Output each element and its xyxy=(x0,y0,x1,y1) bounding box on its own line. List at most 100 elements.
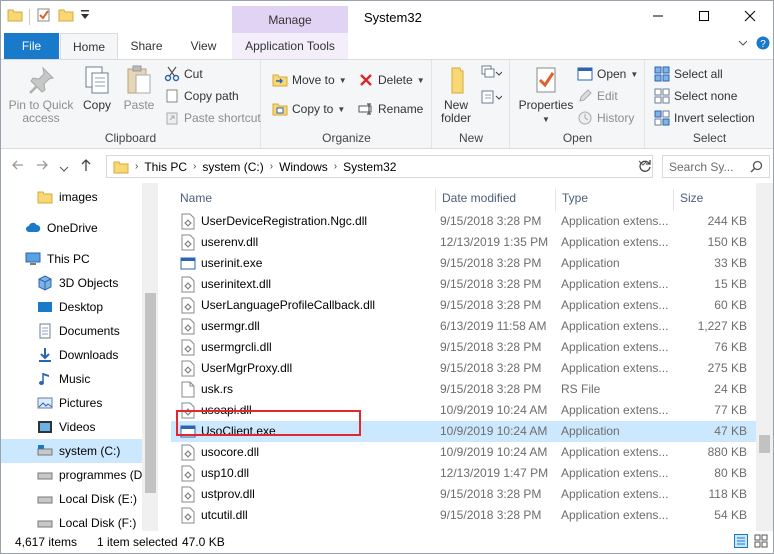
table-row[interactable]: utcutil.dll 9/15/2018 3:28 PM Application … xyxy=(171,505,758,526)
column-header-size[interactable]: Size xyxy=(674,189,754,211)
nav-scrollbar-thumb[interactable] xyxy=(145,293,156,493)
recent-chevron-icon[interactable] xyxy=(59,161,69,176)
file-list-scrollbar[interactable] xyxy=(756,183,773,531)
nav-item-videos[interactable]: Videos xyxy=(1,415,142,439)
nav-item-pictures[interactable]: Pictures xyxy=(1,391,142,415)
close-button[interactable] xyxy=(727,1,773,31)
table-row[interactable]: UserLanguageProfileCallback.dll 9/15/2018… xyxy=(171,295,758,316)
nav-item-onedrive[interactable]: OneDrive xyxy=(1,216,142,240)
nav-item-programmes-d[interactable]: programmes (D: xyxy=(1,463,142,487)
delete-button[interactable]: Delete ▼ xyxy=(358,70,425,90)
move-to-icon xyxy=(272,74,288,87)
copy-button[interactable]: Copy xyxy=(77,64,117,112)
nav-item-local-disk-e[interactable]: Local Disk (E:) xyxy=(1,487,142,511)
tab-file[interactable]: File xyxy=(4,33,59,59)
exe-icon xyxy=(180,255,196,272)
maximize-button[interactable] xyxy=(681,1,727,31)
breadcrumb-windows[interactable]: Windows xyxy=(279,160,328,174)
new-folder-quick-icon[interactable] xyxy=(58,7,74,26)
new-folder-button[interactable]: New folder xyxy=(437,64,475,125)
toolbar-divider xyxy=(29,8,30,25)
help-icon[interactable]: ? xyxy=(756,36,770,53)
chevron-down-icon[interactable] xyxy=(738,37,748,51)
table-row[interactable]: userenv.dll 12/13/2019 1:35 PM Application… xyxy=(171,232,758,253)
table-row[interactable]: usk.rs 9/15/2018 3:28 PM RS File 24 KB xyxy=(171,379,758,400)
invert-selection-button[interactable]: Invert selection xyxy=(654,108,755,128)
table-row[interactable]: usermgrcli.dll 9/15/2018 3:28 PM Applicati… xyxy=(171,337,758,358)
table-row[interactable]: usp10.dll 12/13/2019 1:47 PM Application e… xyxy=(171,463,758,484)
table-row[interactable]: ustprov.dll 9/15/2018 3:28 PM Application … xyxy=(171,484,758,505)
documents-icon xyxy=(39,323,51,339)
copy-path-button[interactable]: Copy path xyxy=(164,86,239,106)
nav-item-local-disk-f[interactable]: Local Disk (F:) xyxy=(1,511,142,531)
up-arrow-icon[interactable] xyxy=(79,158,93,175)
open-button[interactable]: Open ▼ xyxy=(577,64,638,84)
breadcrumb-system-c[interactable]: system (C:) xyxy=(202,160,263,174)
dll-icon xyxy=(180,297,196,314)
tab-home[interactable]: Home xyxy=(60,33,118,60)
nav-item-3d-objects[interactable]: 3D Objects xyxy=(1,271,142,295)
nav-item-images[interactable]: images xyxy=(1,185,142,209)
file-date: 10/9/2019 10:24 AM xyxy=(440,424,548,438)
file-type: Application extens... xyxy=(561,340,669,354)
paste-shortcut-button[interactable]: Paste shortcut xyxy=(164,108,261,128)
nav-item-this-pc[interactable]: This PC xyxy=(1,247,142,271)
manage-context-tab[interactable]: Manage xyxy=(232,6,348,34)
history-button[interactable]: History xyxy=(577,108,634,128)
back-arrow-icon[interactable] xyxy=(11,158,25,175)
edit-button[interactable]: Edit xyxy=(577,86,618,106)
rename-button[interactable]: Rename xyxy=(358,99,423,119)
new-item-icon[interactable] xyxy=(480,64,503,87)
file-size: 80 KB xyxy=(714,466,747,480)
customize-toolbar-icon[interactable] xyxy=(80,9,90,24)
large-icons-view-icon[interactable] xyxy=(754,534,768,551)
file-date: 9/15/2018 3:28 PM xyxy=(440,298,542,312)
maximize-icon xyxy=(699,11,709,21)
cut-button[interactable]: Cut xyxy=(164,64,203,84)
forward-arrow-icon[interactable] xyxy=(35,158,49,175)
select-all-button[interactable]: Select all xyxy=(654,64,723,84)
select-none-button[interactable]: Select none xyxy=(654,86,737,106)
paste-button[interactable]: Paste xyxy=(119,64,159,112)
table-row[interactable]: UserDeviceRegistration.Ngc.dll 9/15/2018 … xyxy=(171,211,758,232)
search-input[interactable]: Search Sy... xyxy=(662,155,770,178)
minimize-button[interactable] xyxy=(635,1,681,31)
file-list-scrollbar-thumb[interactable] xyxy=(759,435,770,453)
open-group: Properties ▼ Open ▼ Edit History Open xyxy=(511,60,645,148)
tab-application-tools[interactable]: Application Tools xyxy=(232,33,348,59)
nav-item-music[interactable]: Music xyxy=(1,367,142,391)
pin-to-quick-access-button[interactable]: Pin to Quick access xyxy=(7,64,75,125)
refresh-icon[interactable] xyxy=(638,159,652,176)
nav-item-system-c[interactable]: system (C:) xyxy=(1,439,142,463)
chevron-down-icon: ▼ xyxy=(338,75,347,85)
tab-view[interactable]: View xyxy=(176,33,231,59)
file-date: 12/13/2019 1:47 PM xyxy=(440,466,549,480)
column-header-name[interactable]: Name xyxy=(174,189,436,211)
column-header-type[interactable]: Type xyxy=(556,189,674,211)
address-bar[interactable]: › This PC › system (C:) › Windows › Syst… xyxy=(106,155,653,178)
table-row[interactable]: usocore.dll 10/9/2019 10:24 AM Application… xyxy=(171,442,758,463)
table-row[interactable]: usermgr.dll 6/13/2019 11:58 AM Application… xyxy=(171,316,758,337)
tab-share[interactable]: Share xyxy=(119,33,174,59)
file-name: usermgrcli.dll xyxy=(201,340,272,354)
nav-item-desktop[interactable]: Desktop xyxy=(1,295,142,319)
paste-shortcut-icon xyxy=(166,112,178,125)
table-row[interactable]: UserMgrProxy.dll 9/15/2018 3:28 PM Applica… xyxy=(171,358,758,379)
file-size: 54 KB xyxy=(714,508,747,522)
chevron-right-icon: › xyxy=(269,161,274,172)
file-list: Name Date modified Type Size UserDeviceR… xyxy=(171,183,773,531)
column-header-date[interactable]: Date modified xyxy=(436,189,556,211)
properties-button[interactable]: Properties ▼ xyxy=(517,64,575,126)
table-row[interactable]: userinit.exe 9/15/2018 3:28 PM Application… xyxy=(171,253,758,274)
file-type: Application extens... xyxy=(561,277,669,291)
breadcrumb-this-pc[interactable]: This PC xyxy=(144,160,187,174)
properties-check-icon[interactable] xyxy=(36,7,52,26)
details-view-icon[interactable] xyxy=(734,534,748,551)
copy-to-button[interactable]: Copy to ▼ xyxy=(272,99,345,119)
breadcrumb-system32[interactable]: System32 xyxy=(343,160,396,174)
move-to-button[interactable]: Move to ▼ xyxy=(272,70,347,90)
nav-item-downloads[interactable]: Downloads xyxy=(1,343,142,367)
easy-access-icon[interactable] xyxy=(480,88,503,111)
nav-item-documents[interactable]: Documents xyxy=(1,319,142,343)
table-row[interactable]: userinitext.dll 9/15/2018 3:28 PM Applicat… xyxy=(171,274,758,295)
